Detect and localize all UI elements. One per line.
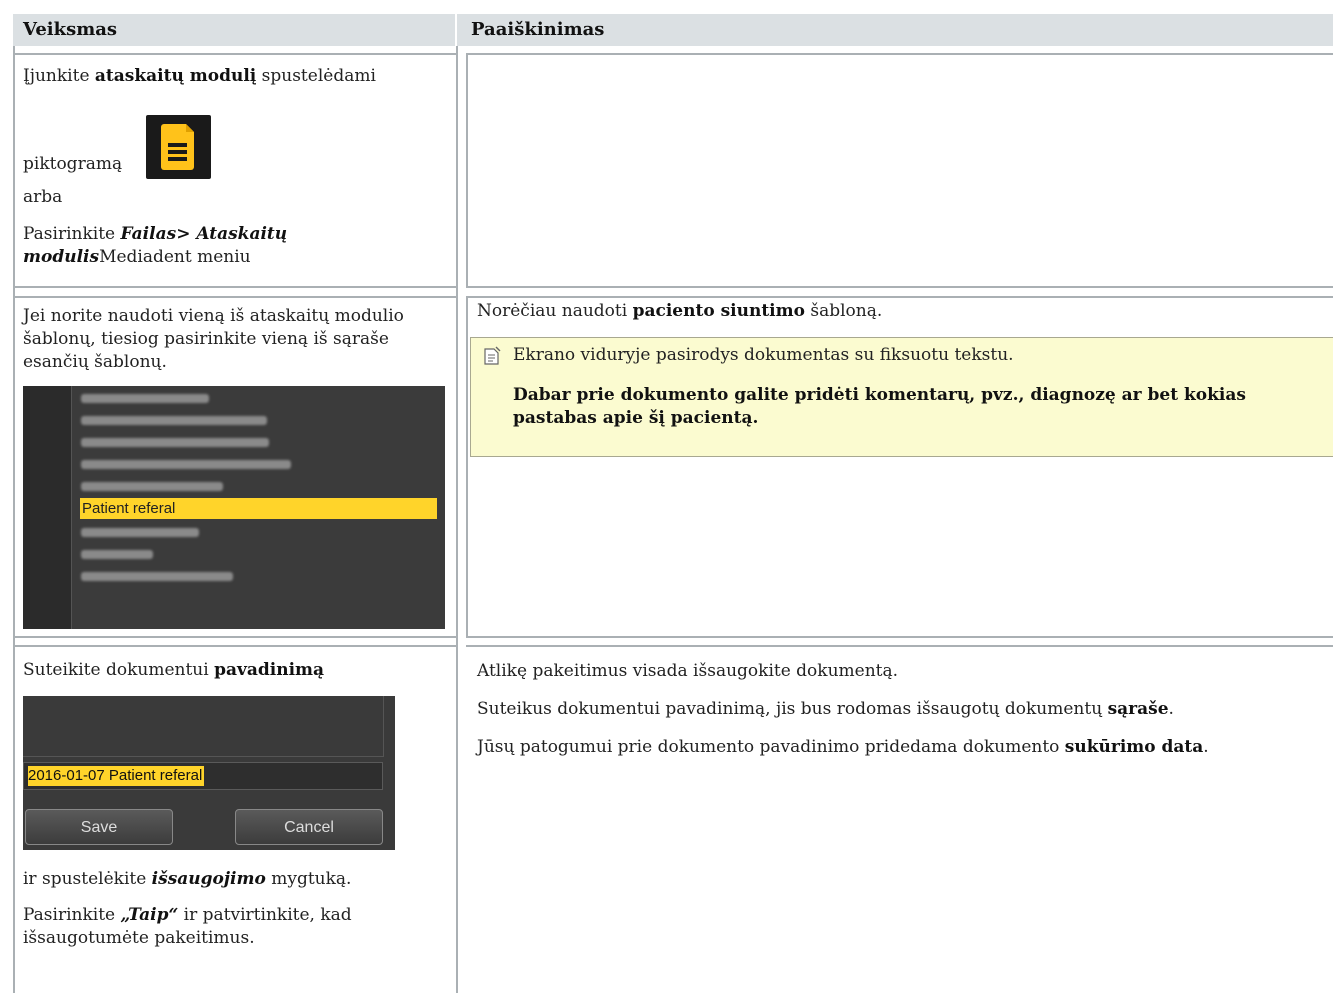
blurred-template-item (81, 438, 269, 447)
blurred-template-item (81, 460, 291, 469)
save-dialog-screenshot: 2016-01-07 Patient referal Save Cancel (23, 696, 395, 850)
note-icon (483, 346, 501, 366)
row1-right-top (466, 53, 1333, 55)
cancel-button: Cancel (235, 809, 383, 845)
row1-right-bottom (466, 286, 1333, 288)
table-left-border (13, 46, 15, 993)
header-separator (455, 14, 457, 46)
document-name-value: 2016-01-07 Patient referal (28, 766, 205, 786)
row2-instruction: Jei norite naudoti vieną iš ataskaitų mo… (23, 306, 404, 372)
header-veiksmas: Veiksmas (23, 19, 118, 40)
row2-right-top (466, 296, 1333, 298)
row1-line1: Įjunkite ataskaitų modulį spustelėdami (23, 66, 376, 86)
row1-line2: piktogramą (23, 154, 123, 174)
row2-right-text: Norėčiau naudoti paciento siuntimo šablo… (477, 301, 883, 321)
blurred-template-item (81, 572, 233, 581)
row3-right-line1: Atlikę pakeitimus visada išsaugokite dok… (477, 661, 899, 681)
blurred-template-item (81, 394, 209, 403)
row1-left-top (13, 53, 456, 55)
dialog-panel (23, 696, 384, 757)
row3-line2: ir spustelėkite išsaugojimo mygtuką. (23, 869, 352, 889)
row2-right-bottom (466, 636, 1333, 638)
row3-right-line2: Suteikus dokumentui pavadinimą, jis bus … (477, 699, 1174, 719)
blurred-template-item (81, 550, 153, 559)
document-name-field: 2016-01-07 Patient referal (23, 762, 383, 790)
selected-template-item: Patient referal (80, 498, 437, 519)
row1-left-bottom (13, 286, 456, 288)
row3-left-top (13, 645, 456, 647)
row1-line3: arba (23, 187, 63, 207)
note-line2: Dabar prie dokumento galite pridėti kome… (513, 385, 1246, 428)
save-button: Save (25, 809, 173, 845)
row3-line1: Suteikite dokumentui pavadinimą (23, 660, 325, 680)
blurred-template-item (81, 482, 223, 491)
row1-right-inner-left (466, 53, 468, 288)
row3-right-top (466, 645, 1333, 647)
note-line1: Ekrano viduryje pasirodys dokumentas su … (513, 345, 1014, 365)
blurred-template-item (81, 416, 267, 425)
row1-line4: Pasirinkite Failas> Ataskaitų modulisMed… (23, 224, 288, 267)
template-list-screenshot: Patient referal (23, 386, 445, 629)
row2-left-bottom (13, 636, 456, 638)
header-paaiskinimas: Paaiškinimas (471, 19, 605, 40)
row3-line3: Pasirinkite „Taip“ ir patvirtinkite, kad… (23, 905, 352, 948)
note-box: Ekrano viduryje pasirodys dokumentas su … (470, 337, 1333, 457)
screenshot-left-panel (23, 386, 72, 629)
report-module-icon (146, 115, 211, 179)
column-divider (456, 46, 458, 993)
blurred-template-item (81, 528, 199, 537)
row2-right-inner-left (466, 296, 468, 638)
row3-right-line3: Jūsų patogumui prie dokumento pavadinimo… (477, 737, 1209, 757)
row2-left-top (13, 296, 456, 298)
table-header: Veiksmas Paaiškinimas (13, 14, 1333, 46)
